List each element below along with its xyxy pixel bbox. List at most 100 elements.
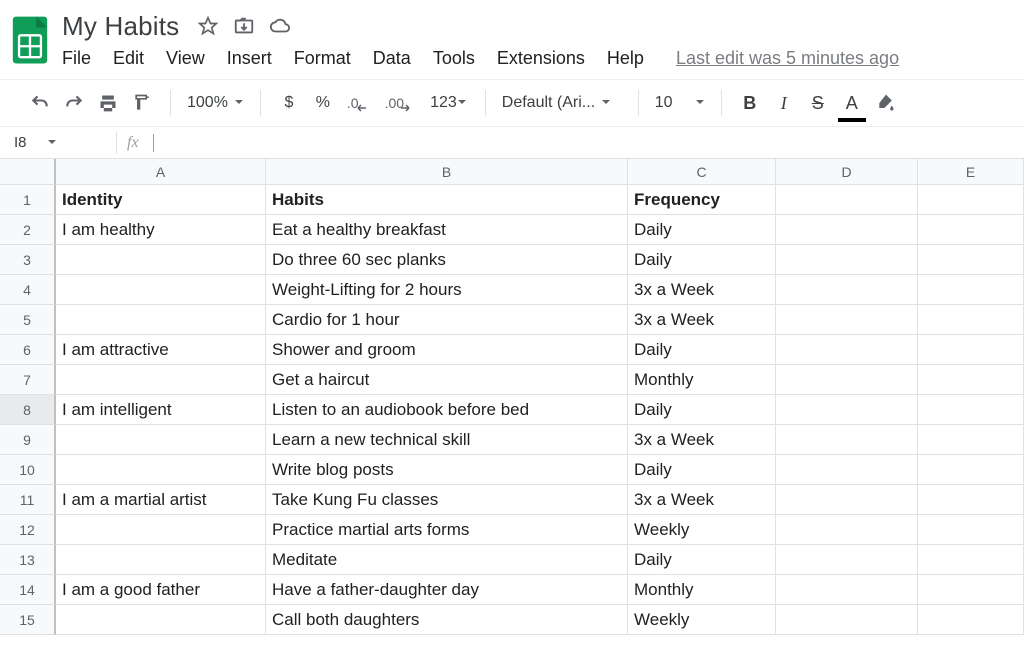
cell-C4[interactable]: 3x a Week [628,275,776,305]
select-all-corner[interactable] [0,159,56,185]
undo-button[interactable] [28,88,52,118]
move-icon[interactable] [233,15,255,37]
menu-file[interactable]: File [62,48,91,69]
cell-D14[interactable] [776,575,918,605]
menu-help[interactable]: Help [607,48,644,69]
cell-D7[interactable] [776,365,918,395]
cell-C8[interactable]: Daily [628,395,776,425]
cell-A2[interactable]: I am healthy [56,215,266,245]
row-header-15[interactable]: 15 [0,605,56,635]
cell-D4[interactable] [776,275,918,305]
cell-E10[interactable] [918,455,1024,485]
increase-decimal-button[interactable]: .00 [383,88,418,118]
cell-C3[interactable]: Daily [628,245,776,275]
fill-color-button[interactable] [874,88,898,118]
cell-A9[interactable] [56,425,266,455]
cell-A14[interactable]: I am a good father [56,575,266,605]
column-header-E[interactable]: E [918,159,1024,185]
cell-B9[interactable]: Learn a new technical skill [266,425,628,455]
row-header-7[interactable]: 7 [0,365,56,395]
row-header-14[interactable]: 14 [0,575,56,605]
cell-D2[interactable] [776,215,918,245]
cell-C9[interactable]: 3x a Week [628,425,776,455]
doc-title[interactable]: My Habits [56,11,185,42]
cell-E12[interactable] [918,515,1024,545]
cell-D9[interactable] [776,425,918,455]
cell-C2[interactable]: Daily [628,215,776,245]
cell-A4[interactable] [56,275,266,305]
cell-E4[interactable] [918,275,1024,305]
column-header-D[interactable]: D [776,159,918,185]
italic-button[interactable]: I [772,88,796,118]
cell-A13[interactable] [56,545,266,575]
row-header-5[interactable]: 5 [0,305,56,335]
cell-D6[interactable] [776,335,918,365]
star-icon[interactable] [197,15,219,37]
cell-D15[interactable] [776,605,918,635]
cell-D5[interactable] [776,305,918,335]
cell-E6[interactable] [918,335,1024,365]
row-header-12[interactable]: 12 [0,515,56,545]
cell-E11[interactable] [918,485,1024,515]
row-header-13[interactable]: 13 [0,545,56,575]
cell-A1[interactable]: Identity [56,185,266,215]
text-color-button[interactable]: A [840,88,864,118]
cell-E2[interactable] [918,215,1024,245]
menu-format[interactable]: Format [294,48,351,69]
row-header-3[interactable]: 3 [0,245,56,275]
format-percent-button[interactable]: % [311,88,335,118]
cell-A15[interactable] [56,605,266,635]
cell-C10[interactable]: Daily [628,455,776,485]
cell-D11[interactable] [776,485,918,515]
cell-D8[interactable] [776,395,918,425]
row-header-2[interactable]: 2 [0,215,56,245]
paint-format-button[interactable] [130,88,154,118]
redo-button[interactable] [62,88,86,118]
cell-A11[interactable]: I am a martial artist [56,485,266,515]
sheets-logo[interactable] [8,8,52,66]
column-header-A[interactable]: A [56,159,266,185]
cell-A3[interactable] [56,245,266,275]
cell-B6[interactable]: Shower and groom [266,335,628,365]
cell-A8[interactable]: I am intelligent [56,395,266,425]
last-edit-link[interactable]: Last edit was 5 minutes ago [676,48,899,69]
row-header-9[interactable]: 9 [0,425,56,455]
name-box[interactable]: I8 [0,134,110,151]
row-header-8[interactable]: 8 [0,395,56,425]
cell-B15[interactable]: Call both daughters [266,605,628,635]
cell-B7[interactable]: Get a haircut [266,365,628,395]
cell-A6[interactable]: I am attractive [56,335,266,365]
column-header-C[interactable]: C [628,159,776,185]
row-header-6[interactable]: 6 [0,335,56,365]
row-header-11[interactable]: 11 [0,485,56,515]
print-button[interactable] [96,88,120,118]
cell-A7[interactable] [56,365,266,395]
cell-B4[interactable]: Weight-Lifting for 2 hours [266,275,628,305]
cell-E3[interactable] [918,245,1024,275]
cell-E8[interactable] [918,395,1024,425]
cell-A5[interactable] [56,305,266,335]
column-header-B[interactable]: B [266,159,628,185]
cell-B5[interactable]: Cardio for 1 hour [266,305,628,335]
cell-C7[interactable]: Monthly [628,365,776,395]
cell-B10[interactable]: Write blog posts [266,455,628,485]
cell-C15[interactable]: Weekly [628,605,776,635]
cell-B12[interactable]: Practice martial arts forms [266,515,628,545]
cell-E15[interactable] [918,605,1024,635]
cell-C14[interactable]: Monthly [628,575,776,605]
row-header-1[interactable]: 1 [0,185,56,215]
cell-A10[interactable] [56,455,266,485]
cell-B2[interactable]: Eat a healthy breakfast [266,215,628,245]
format-currency-button[interactable]: $ [277,88,301,118]
zoom-dropdown[interactable]: 100% [177,94,254,112]
font-size-dropdown[interactable]: 10 [645,94,715,112]
menu-edit[interactable]: Edit [113,48,144,69]
cell-B11[interactable]: Take Kung Fu classes [266,485,628,515]
cell-C13[interactable]: Daily [628,545,776,575]
cell-B8[interactable]: Listen to an audiobook before bed [266,395,628,425]
menu-insert[interactable]: Insert [227,48,272,69]
cell-B14[interactable]: Have a father-daughter day [266,575,628,605]
strikethrough-button[interactable]: S [806,88,830,118]
cell-D13[interactable] [776,545,918,575]
font-family-dropdown[interactable]: Default (Ari... [492,94,632,112]
